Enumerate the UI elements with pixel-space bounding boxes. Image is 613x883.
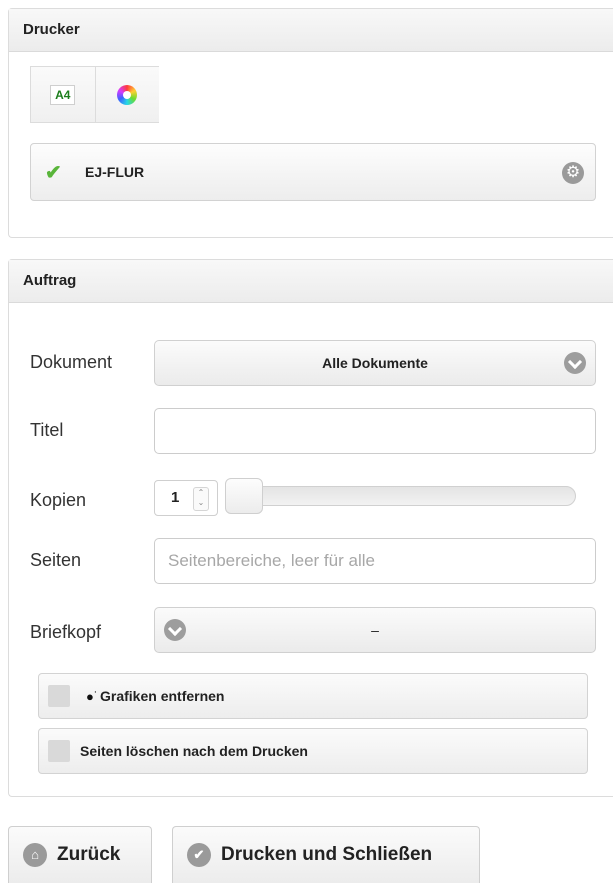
delete-pages-label: Seiten löschen nach dem Drucken xyxy=(80,743,308,759)
checkmark-icon: ✔ xyxy=(45,161,62,184)
copies-stepper[interactable]: 1 ⌃ ⌄ xyxy=(154,480,218,516)
letterhead-label: Briefkopf xyxy=(30,622,102,642)
title-input[interactable] xyxy=(154,408,596,454)
chevron-down-icon xyxy=(564,352,586,374)
remove-graphics-option[interactable]: ●˙ Grafiken entfernen xyxy=(38,673,588,719)
document-label: Dokument xyxy=(30,352,113,372)
delete-pages-checkbox[interactable] xyxy=(48,740,70,762)
printer-panel-title: Drucker xyxy=(9,9,613,52)
color-wheel-icon xyxy=(117,84,138,105)
job-panel-title: Auftrag xyxy=(9,260,613,303)
printer-name: EJ-FLUR xyxy=(85,164,145,180)
delete-pages-option[interactable]: Seiten löschen nach dem Drucken xyxy=(38,728,588,774)
printer-selector[interactable]: ✔ EJ-FLUR ⚙ xyxy=(30,143,596,201)
letterhead-select[interactable]: – xyxy=(154,607,596,653)
copies-value: 1 xyxy=(171,489,180,506)
format-chips: A4 xyxy=(30,66,159,123)
pages-input[interactable] xyxy=(154,538,596,584)
gear-icon[interactable]: ⚙ xyxy=(562,162,584,184)
back-button[interactable]: ⌂ Zurück xyxy=(8,826,152,883)
back-button-label: Zurück xyxy=(57,844,121,865)
printer-panel: Drucker xyxy=(8,8,613,238)
stepper-arrows-icon[interactable]: ⌃ ⌄ xyxy=(193,487,209,511)
paper-format-label: A4 xyxy=(50,84,76,105)
paper-format-chip[interactable]: A4 xyxy=(31,67,95,122)
copies-label: Kopien xyxy=(30,490,87,510)
document-select[interactable]: Alle Dokumente xyxy=(154,340,596,386)
check-circle-icon: ✔ xyxy=(187,843,211,867)
pages-label: Seiten xyxy=(30,550,82,570)
letterhead-select-value: – xyxy=(371,622,379,638)
remove-graphics-checkbox[interactable] xyxy=(48,685,70,707)
home-icon: ⌂ xyxy=(23,843,47,867)
copies-slider-handle[interactable] xyxy=(225,478,263,514)
document-select-value: Alle Dokumente xyxy=(322,355,428,371)
print-close-button-label: Drucken und Schließen xyxy=(221,844,433,865)
title-label: Titel xyxy=(30,420,64,440)
color-mode-chip[interactable] xyxy=(94,67,160,122)
print-close-button[interactable]: ✔ Drucken und Schließen xyxy=(172,826,480,883)
remove-graphics-label: Grafiken entfernen xyxy=(100,688,225,704)
copies-slider-track[interactable] xyxy=(226,486,576,506)
ink-drops-icon: ●˙ xyxy=(86,688,99,704)
